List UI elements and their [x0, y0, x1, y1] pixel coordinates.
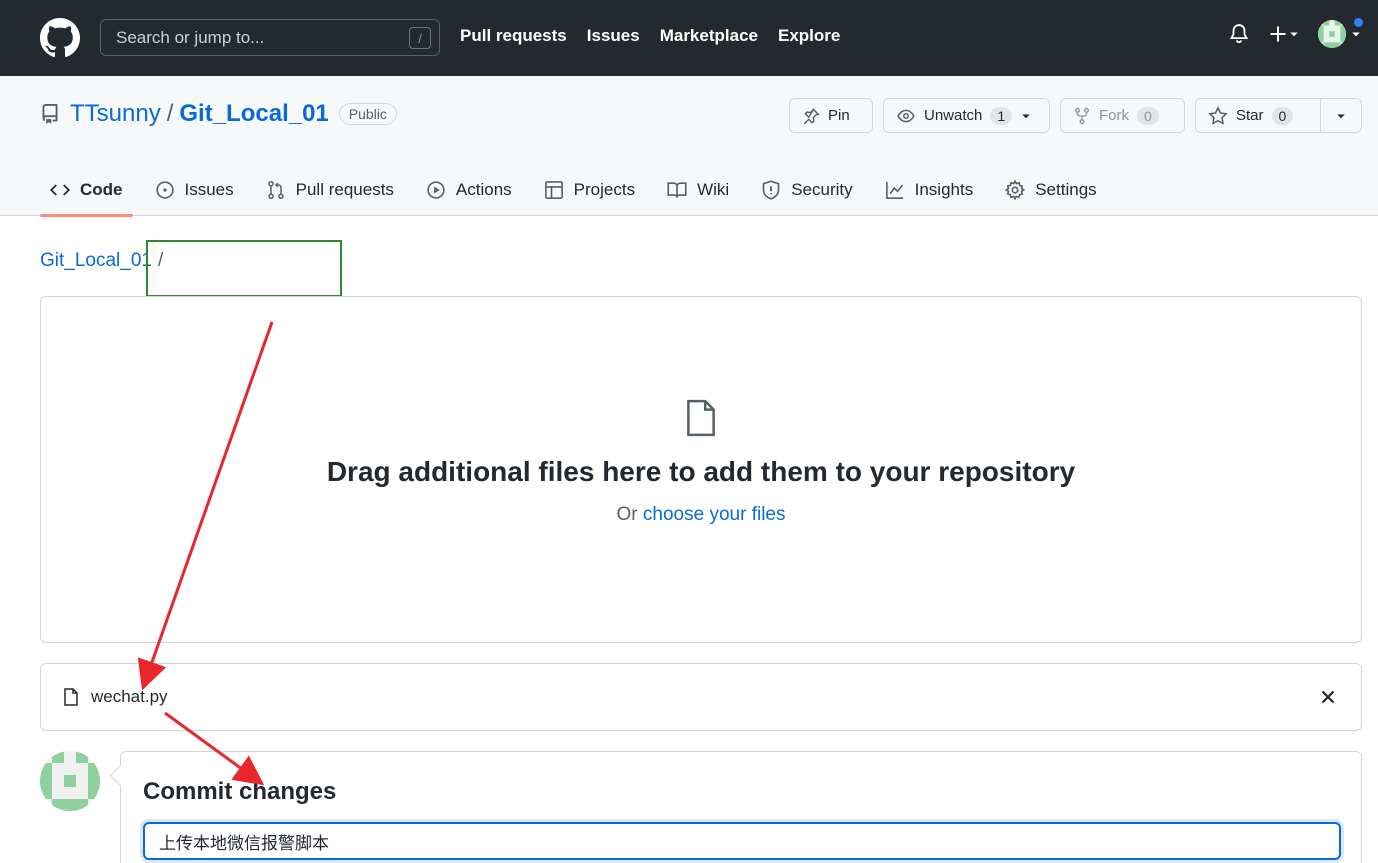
file-icon: [684, 398, 718, 443]
tab-security[interactable]: Security: [751, 164, 862, 216]
github-logo-icon[interactable]: [40, 18, 80, 58]
repo-icon: [42, 104, 58, 124]
repo-title: TTsunny / Git_Local_01 Public: [40, 100, 397, 128]
choose-files-link[interactable]: choose your files: [643, 504, 786, 525]
tab-label: Wiki: [697, 180, 730, 199]
path-input-highlight-box[interactable]: [146, 240, 342, 297]
git-pull-request-icon: [267, 180, 284, 199]
pin-icon: [803, 107, 820, 124]
remove-file-close-icon[interactable]: [1317, 686, 1339, 713]
repo-tabs: Code Issues Pull requests Actions Projec…: [40, 164, 1119, 217]
caret-down-icon: [1290, 32, 1298, 37]
book-icon: [667, 182, 687, 198]
caret-down-icon: [1352, 32, 1360, 37]
unwatch-button[interactable]: Unwatch 1: [883, 98, 1050, 133]
dropzone-prefix: Or: [616, 504, 638, 525]
fork-button[interactable]: Fork 0: [1060, 98, 1185, 133]
repo-name-link[interactable]: Git_Local_01: [179, 100, 328, 128]
tab-label: Security: [791, 180, 853, 199]
global-nav: Pull requests Issues Marketplace Explore: [460, 26, 840, 46]
tab-code[interactable]: Code: [40, 164, 133, 217]
tab-projects[interactable]: Projects: [534, 164, 645, 216]
code-icon: [50, 184, 70, 196]
unwatch-label: Unwatch: [924, 107, 983, 124]
breadcrumb: Git_Local_01 /: [40, 250, 163, 272]
tab-label: Pull requests: [295, 180, 394, 199]
gear-icon: [1005, 180, 1026, 200]
header-right: [1228, 16, 1365, 48]
tab-insights[interactable]: Insights: [875, 164, 984, 216]
create-new-button[interactable]: [1268, 24, 1300, 44]
user-menu-button[interactable]: [1318, 16, 1365, 48]
nav-issues[interactable]: Issues: [587, 26, 640, 46]
notification-dot: [1352, 16, 1365, 29]
caret-down-icon: [1337, 114, 1345, 118]
fork-count: 0: [1137, 106, 1159, 125]
tab-label: Projects: [573, 180, 636, 199]
pin-button[interactable]: Pin: [789, 98, 873, 133]
watch-count: 1: [990, 106, 1013, 125]
tab-label: Actions: [455, 180, 512, 199]
fork-icon: [1075, 107, 1089, 124]
star-list-dropdown[interactable]: [1321, 98, 1362, 133]
play-icon: [427, 181, 445, 199]
table-icon: [544, 181, 563, 199]
avatar: [1318, 20, 1346, 48]
commit-author-avatar: [40, 751, 100, 811]
search-placeholder: Search or jump to...: [116, 27, 265, 47]
repo-owner-link[interactable]: TTsunny: [70, 100, 161, 128]
issue-opened-icon: [155, 181, 174, 199]
shield-icon: [762, 180, 780, 200]
pin-label: Pin: [828, 107, 850, 124]
nav-marketplace[interactable]: Marketplace: [660, 26, 758, 46]
star-label: Star: [1236, 107, 1264, 124]
eye-icon: [897, 109, 915, 122]
dropzone-title: Drag additional files here to add them t…: [326, 456, 1076, 487]
star-count: 0: [1271, 106, 1294, 125]
breadcrumb-repo-link[interactable]: Git_Local_01: [40, 250, 152, 272]
plus-icon: [1270, 26, 1286, 42]
tab-settings[interactable]: Settings: [995, 164, 1106, 216]
tab-actions[interactable]: Actions: [416, 164, 522, 216]
tab-issues[interactable]: Issues: [145, 164, 244, 216]
repo-actions: Pin Unwatch 1 Fork 0 Star 0: [789, 98, 1362, 133]
tab-label: Issues: [184, 180, 234, 199]
graph-icon: [885, 181, 903, 199]
tab-label: Insights: [914, 180, 974, 199]
uploaded-file-row: wechat.py: [40, 663, 1362, 731]
tab-label: Code: [80, 180, 123, 199]
commit-form: Commit changes: [120, 751, 1362, 863]
commit-form-title: Commit changes: [143, 778, 337, 805]
star-icon: [1208, 105, 1228, 125]
bell-icon[interactable]: [1228, 22, 1250, 46]
repo-title-separator: /: [166, 100, 174, 127]
search-shortcut-key: /: [409, 27, 431, 49]
caret-down-icon: [1022, 114, 1030, 118]
nav-explore[interactable]: Explore: [778, 26, 840, 46]
dropzone-subtitle: Or choose your files: [0, 504, 1378, 526]
uploaded-file-name: wechat.py: [91, 687, 168, 706]
file-icon: [64, 688, 78, 706]
tab-wiki[interactable]: Wiki: [657, 164, 739, 216]
visibility-badge: Public: [338, 103, 397, 125]
tab-pull-requests[interactable]: Pull requests: [256, 164, 404, 216]
tab-label: Settings: [1035, 180, 1097, 199]
star-button[interactable]: Star 0: [1195, 98, 1321, 133]
search-input[interactable]: Search or jump to... /: [100, 19, 440, 56]
nav-pull-requests[interactable]: Pull requests: [460, 26, 567, 46]
commit-message-input[interactable]: [143, 822, 1341, 860]
fork-label: Fork: [1099, 107, 1129, 124]
star-button-group: Star 0: [1195, 98, 1362, 133]
global-header: Search or jump to... / Pull requests Iss…: [0, 0, 1378, 76]
repo-header: TTsunny / Git_Local_01 Public Pin Unwatc…: [0, 76, 1378, 217]
